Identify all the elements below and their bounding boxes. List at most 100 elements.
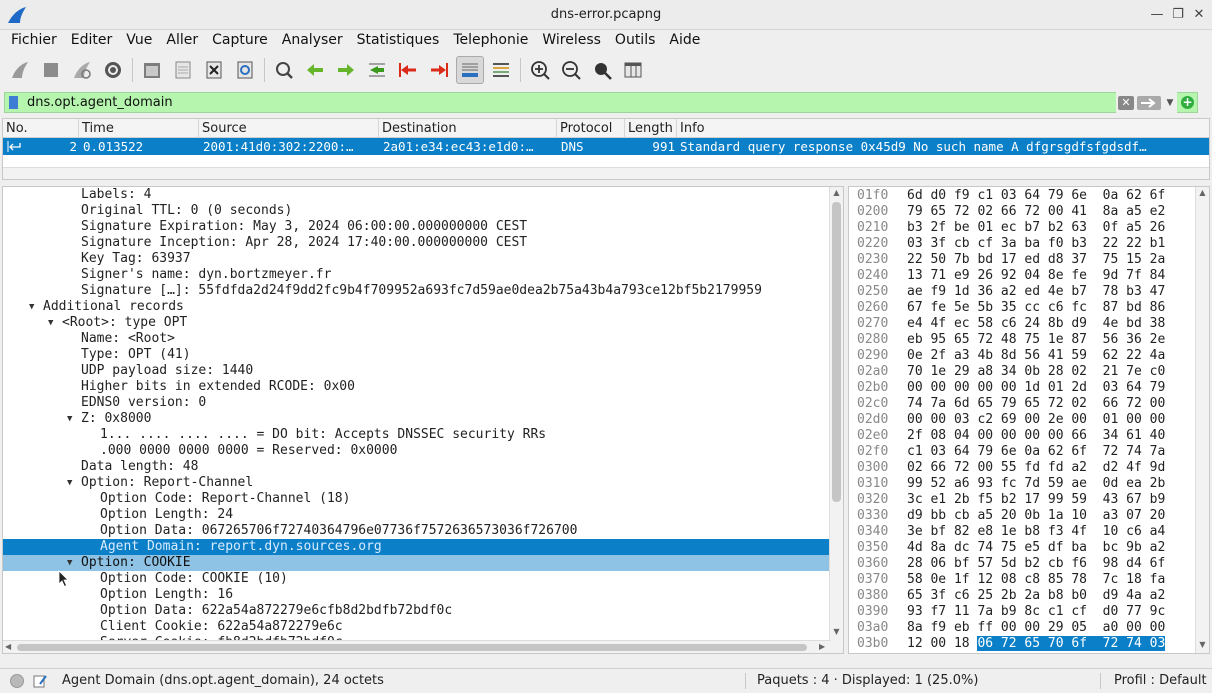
go-to-packet-icon[interactable] — [363, 56, 391, 84]
hexdump-row[interactable]: 0340 3e bf 82 e8 1e b8 f3 4f 10 c6 a4 — [849, 524, 1199, 540]
column-header-length[interactable]: Length — [625, 119, 677, 138]
menu-aller[interactable]: Aller — [159, 30, 205, 52]
detail-tree-item[interactable]: ▼ <Root>: type OPT — [3, 315, 829, 331]
detail-tree-item[interactable]: Option Data: 067265706f72740364796e07736… — [3, 523, 829, 539]
capture-comment-icon[interactable] — [32, 673, 48, 689]
menu-vue[interactable]: Vue — [119, 30, 159, 52]
open-folder-icon[interactable] — [138, 56, 166, 84]
filter-dropdown-icon[interactable]: ▼ — [1163, 94, 1177, 112]
hexdump-row[interactable]: 0380 65 3f c6 25 2b 2a b8 b0 d9 4a a2 — [849, 588, 1199, 604]
shark-fin-restart-icon[interactable] — [68, 56, 96, 84]
detail-tree-item[interactable]: UDP payload size: 1440 — [3, 363, 829, 379]
hexdump-row[interactable]: 0230 22 50 7b bd 17 ed d8 37 75 15 2a — [849, 252, 1199, 268]
detail-tree-item[interactable]: 1... .... .... .... = DO bit: Accepts DN… — [3, 427, 829, 443]
detail-tree-item[interactable]: Signer's name: dyn.bortzmeyer.fr — [3, 267, 829, 283]
detail-tree-item[interactable]: Client Cookie: 622a54a872279e6c — [3, 619, 829, 635]
scroll-down-icon[interactable]: ▼ — [1196, 640, 1209, 652]
hexdump-row[interactable]: 0320 3c e1 2b f5 b2 17 99 59 43 67 b9 — [849, 492, 1199, 508]
detail-tree-item[interactable]: .000 0000 0000 0000 = Reserved: 0x0000 — [3, 443, 829, 459]
detail-tree-item[interactable]: ▼ Option: Report-Channel — [3, 475, 829, 491]
detail-tree-item[interactable]: Option Code: Report-Channel (18) — [3, 491, 829, 507]
status-profile[interactable]: Profil : Default — [1114, 673, 1207, 688]
go-forward-icon[interactable] — [332, 56, 360, 84]
column-header-source[interactable]: Source — [199, 119, 379, 138]
detail-tree-item[interactable]: Key Tag: 63937 — [3, 251, 829, 267]
zoom-out-icon[interactable] — [557, 56, 585, 84]
hexdump-row[interactable]: 0310 99 52 a6 93 fc 7d 59 ae 0d ea 2b — [849, 476, 1199, 492]
scroll-thumb[interactable] — [832, 202, 841, 502]
detail-tree-item[interactable]: Agent Domain: report.dyn.sources.org — [3, 539, 829, 555]
detail-tree-item[interactable]: ▼ Option: COOKIE — [3, 555, 829, 571]
column-header-no[interactable]: No. — [3, 119, 79, 138]
minimize-icon[interactable]: — — [1148, 6, 1166, 24]
detail-tree-item[interactable]: Option Length: 24 — [3, 507, 829, 523]
detail-tree-item[interactable]: Option Data: 622a54a872279e6cfb8d2bdfb72… — [3, 603, 829, 619]
h-scroll-thumb[interactable] — [17, 644, 807, 651]
find-icon[interactable] — [270, 56, 298, 84]
packet-list-horizontal-scrollbar[interactable] — [3, 167, 1209, 179]
menu-telephonie[interactable]: Telephonie — [446, 30, 535, 52]
detail-tree-item[interactable]: Option Code: COOKIE (10) — [3, 571, 829, 587]
hexdump-row[interactable]: 0200 79 65 72 02 66 72 00 41 8a a5 e2 — [849, 204, 1199, 220]
column-header-info[interactable]: Info — [677, 119, 1209, 138]
detail-tree-item[interactable]: EDNS0 version: 0 — [3, 395, 829, 411]
display-filter-bar[interactable]: dns.opt.agent_domain — [4, 92, 1198, 113]
detail-tree-item[interactable]: Higher bits in extended RCODE: 0x00 — [3, 379, 829, 395]
hexdump-row[interactable]: 0280 eb 95 65 72 48 75 1e 87 56 36 2e — [849, 332, 1199, 348]
hexdump-row[interactable]: 0210 b3 2f be 01 ec b7 b2 63 0f a5 26 — [849, 220, 1199, 236]
hexdump-row[interactable]: 0390 93 f7 11 7a b9 8c c1 cf d0 77 9c — [849, 604, 1199, 620]
hexdump-row[interactable]: 0300 02 66 72 00 55 fd fd a2 d2 4f 9d — [849, 460, 1199, 476]
hexdump-row[interactable]: 0220 03 3f cb cf 3a ba f0 b3 22 22 b1 — [849, 236, 1199, 252]
autoscroll-icon[interactable] — [456, 56, 484, 84]
detail-tree-item[interactable]: ▼ Z: 0x8000 — [3, 411, 829, 427]
detail-tree-item[interactable]: Data length: 48 — [3, 459, 829, 475]
menu-analyser[interactable]: Analyser — [275, 30, 350, 52]
scroll-up-icon[interactable]: ▲ — [830, 188, 843, 200]
hexdump-row[interactable]: 0250 ae f9 1d 36 a2 ed 4e b7 78 b3 47 — [849, 284, 1199, 300]
expand-triangle-icon[interactable]: ▼ — [67, 555, 77, 571]
menu-aide[interactable]: Aide — [662, 30, 707, 52]
menu-wireless[interactable]: Wireless — [535, 30, 608, 52]
detail-tree-item[interactable]: Option Length: 16 — [3, 587, 829, 603]
expand-triangle-icon[interactable]: ▼ — [67, 475, 77, 491]
display-filter-input[interactable]: dns.opt.agent_domain — [27, 95, 173, 110]
hexdump-row[interactable]: 02c0 74 7a 6d 65 79 65 72 02 66 72 00 — [849, 396, 1199, 412]
hexdump-row[interactable]: 0360 28 06 bf 57 5d b2 cb f6 98 d4 6f — [849, 556, 1199, 572]
colorize-icon[interactable] — [487, 56, 515, 84]
detail-tree-item[interactable]: Signature […]: 55fdfda2d24f9dd2fc9b4f709… — [3, 283, 829, 299]
shark-fin-start-icon[interactable] — [6, 56, 34, 84]
detail-tree-item[interactable]: Labels: 4 — [3, 187, 829, 203]
resize-columns-icon[interactable] — [619, 56, 647, 84]
add-filter-button-icon[interactable]: + — [1181, 96, 1194, 109]
scroll-right-icon[interactable]: ▶ — [819, 642, 825, 651]
filter-bookmark-icon[interactable] — [9, 96, 18, 109]
packet-row[interactable]: 2 0.013522 2001:41d0:302:2200:… 2a01:e34… — [3, 138, 1209, 155]
detail-tree-item[interactable]: Signature Expiration: May 3, 2024 06:00:… — [3, 219, 829, 235]
hexdump-row[interactable]: 02a0 70 1e 29 a8 34 0b 28 02 21 7e c0 — [849, 364, 1199, 380]
expand-triangle-icon[interactable]: ▼ — [67, 411, 77, 427]
hexdump-row[interactable]: 02b0 00 00 00 00 00 1d 01 2d 03 64 79 — [849, 380, 1199, 396]
hexdump-row[interactable]: 0350 4d 8a dc 74 75 e5 df ba bc 9b a2 — [849, 540, 1199, 556]
last-packet-icon[interactable] — [425, 56, 453, 84]
bytes-vertical-scrollbar[interactable]: ▲ ▼ — [1195, 187, 1209, 653]
hexdump-row[interactable]: 0370 58 0e 1f 12 08 c8 85 78 7c 18 fa — [849, 572, 1199, 588]
detail-tree-item[interactable]: Type: OPT (41) — [3, 347, 829, 363]
hexdump-row[interactable]: 0240 13 71 e9 26 92 04 8e fe 9d 7f 84 — [849, 268, 1199, 284]
go-back-icon[interactable] — [301, 56, 329, 84]
hexdump-row[interactable]: 03a0 8a f9 eb ff 00 00 29 05 a0 00 00 — [849, 620, 1199, 636]
detail-tree-item[interactable]: Signature Inception: Apr 28, 2024 17:40:… — [3, 235, 829, 251]
hexdump-row[interactable]: 01f0 6d d0 f9 c1 03 64 79 6e 0a 62 6f — [849, 188, 1199, 204]
details-horizontal-scrollbar[interactable]: ◀ ▶ — [3, 640, 831, 653]
expand-triangle-icon[interactable]: ▼ — [29, 299, 39, 315]
reload-icon[interactable] — [231, 56, 259, 84]
column-header-protocol[interactable]: Protocol — [557, 119, 625, 138]
normal-size-icon[interactable] — [588, 56, 616, 84]
menu-statistiques[interactable]: Statistiques — [350, 30, 447, 52]
hexdump-row[interactable]: 0330 d9 bb cb a5 20 0b 1a 10 a3 07 20 — [849, 508, 1199, 524]
zoom-in-icon[interactable] — [526, 56, 554, 84]
scroll-up-icon[interactable]: ▲ — [1196, 188, 1209, 200]
hexdump-row[interactable]: 02d0 00 00 03 c2 69 00 2e 00 01 00 00 — [849, 412, 1199, 428]
apply-filter-icon[interactable] — [1137, 95, 1161, 110]
close-file-icon[interactable] — [200, 56, 228, 84]
menu-editer[interactable]: Editer — [64, 30, 119, 52]
